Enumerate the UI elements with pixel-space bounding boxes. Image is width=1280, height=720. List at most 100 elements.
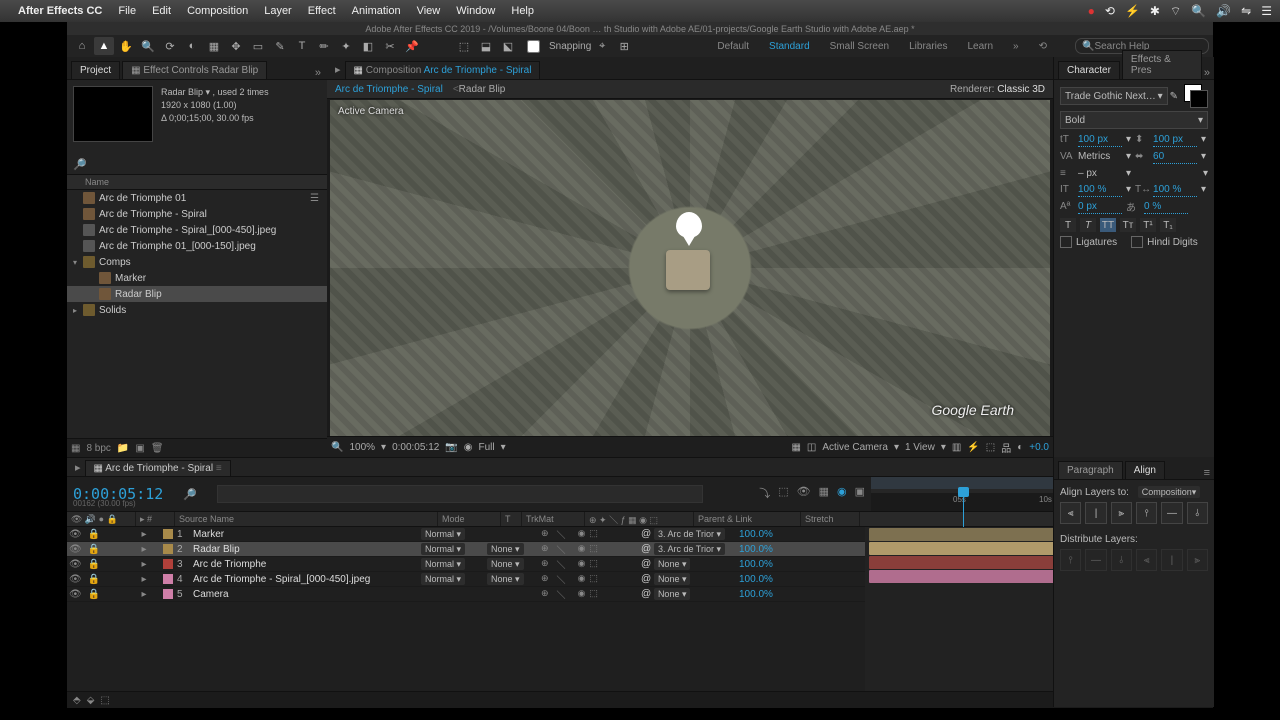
effect-controls-tab[interactable]: ▦ Effect Controls Radar Blip (122, 61, 267, 79)
world-axis-icon[interactable]: ⬓ (476, 37, 496, 55)
pen-tool[interactable]: ✎ (270, 37, 290, 55)
visibility-icon[interactable]: 👁 (69, 574, 82, 585)
hand-tool[interactable]: ✋ (116, 37, 136, 55)
workspace-small-screen[interactable]: Small Screen (830, 41, 889, 52)
pickwhip-icon[interactable]: @ (641, 529, 651, 540)
layer-row[interactable]: 👁🔒▸4Arc de Triomphe - Spiral_[000-450].j… (67, 572, 865, 587)
power-icon[interactable]: ⚡ (1125, 4, 1140, 18)
comp-nav-icon[interactable]: ▸ (331, 60, 345, 79)
align-menu-icon[interactable]: ≡ (1204, 467, 1210, 479)
workspace-reset-icon[interactable]: ⟲ (1039, 41, 1047, 52)
eyedropper-icon[interactable]: ✎ (1170, 91, 1178, 102)
wifi-icon[interactable]: ⌔ (1170, 4, 1181, 19)
vscale-field[interactable]: 100 % (1078, 182, 1122, 197)
baseline-field[interactable]: 0 px (1078, 199, 1122, 214)
mask-icon[interactable]: ◫ (807, 442, 816, 453)
lock-icon[interactable]: 🔒 (88, 589, 100, 600)
menu-layer[interactable]: Layer (264, 5, 292, 17)
bpc-toggle[interactable]: 8 bpc (86, 443, 110, 454)
project-item[interactable]: ▾Comps (67, 254, 327, 270)
zoom-tool[interactable]: 🔍 (138, 37, 158, 55)
visibility-icon[interactable]: 👁 (69, 559, 82, 570)
graph-editor-icon[interactable]: ▣ (855, 485, 865, 501)
leading-field[interactable]: 100 px (1153, 132, 1197, 147)
faux-bold-button[interactable]: T (1060, 218, 1076, 232)
fill-stroke-swatch[interactable] (1184, 84, 1208, 108)
menu-effect[interactable]: Effect (308, 5, 336, 17)
align-top-button[interactable]: ⫯ (1136, 502, 1157, 524)
snapshot-icon[interactable]: 📷 (445, 442, 457, 453)
toggle-switches-icon[interactable]: ⬘ (73, 695, 81, 706)
align-right-button[interactable]: ⫸ (1111, 502, 1132, 524)
menu-composition[interactable]: Composition (187, 5, 248, 17)
view-axis-icon[interactable]: ⬕ (498, 37, 518, 55)
fast-preview-icon[interactable]: ⚡ (967, 442, 979, 453)
breadcrumb-comp[interactable]: Arc de Triomphe - Spiral (335, 84, 443, 95)
roto-tool[interactable]: ✂ (380, 37, 400, 55)
hide-shy-icon[interactable]: 👁 (797, 485, 811, 501)
workspace-libraries[interactable]: Libraries (909, 41, 947, 52)
font-weight-dropdown[interactable]: Bold▾ (1060, 111, 1208, 129)
magnify-icon[interactable]: 🔍 (331, 442, 343, 453)
character-tab[interactable]: Character (1058, 61, 1120, 79)
timeline-icon[interactable]: ⬚ (986, 442, 995, 453)
visibility-icon[interactable]: 👁 (69, 529, 82, 540)
pan-behind-tool[interactable]: ✥ (226, 37, 246, 55)
composition-viewer[interactable]: Active Camera Google Earth (327, 99, 1053, 436)
effects-presets-tab[interactable]: Effects & Pres (1122, 50, 1202, 79)
preview-time[interactable]: 0:00:05:12 (392, 442, 439, 453)
draft-3d-icon[interactable]: ⬚ (778, 485, 788, 501)
comp-mini-flowchart-icon[interactable]: ⤵ (759, 485, 770, 501)
paragraph-tab[interactable]: Paragraph (1058, 461, 1123, 479)
composition-tab[interactable]: ▦ Composition Arc de Triomphe - Spiral (345, 61, 541, 79)
project-tab[interactable]: Project (71, 61, 120, 79)
new-folder-icon[interactable]: 📁 (117, 443, 129, 454)
pickwhip-icon[interactable]: @ (641, 559, 651, 570)
project-item[interactable]: ▸Solids (67, 302, 327, 318)
zoom-dropdown[interactable]: 100% (349, 442, 375, 453)
stroke-style-dropdown[interactable]: ▾ (1203, 168, 1208, 179)
pickwhip-icon[interactable]: @ (641, 589, 651, 600)
view-layout-dropdown[interactable]: 1 View (905, 442, 935, 453)
layer-row[interactable]: 👁🔒▸3Arc de TriompheNormal ▾None ▾⊕＼◉⬚@ N… (67, 557, 865, 572)
align-to-dropdown[interactable]: Composition ▾ (1138, 486, 1201, 498)
subscript-button[interactable]: T₁ (1160, 218, 1176, 232)
exposure-value[interactable]: +0.0 (1029, 442, 1049, 453)
project-item[interactable]: Arc de Triomphe - Spiral (67, 206, 327, 222)
font-family-dropdown[interactable]: Trade Gothic Next…▾ (1060, 87, 1168, 105)
frame-blend-icon[interactable]: ▦ (819, 485, 829, 501)
project-item[interactable]: Marker (67, 270, 327, 286)
rotate-tool[interactable]: ◐ (182, 37, 202, 55)
align-hcenter-button[interactable]: | (1085, 502, 1106, 524)
exposure-reset-icon[interactable]: ◐ (1017, 442, 1023, 453)
project-list[interactable]: Arc de Triomphe 01☰Arc de Triomphe - Spi… (67, 190, 327, 438)
pickwhip-icon[interactable]: @ (641, 574, 651, 585)
lock-icon[interactable]: 🔒 (88, 544, 100, 555)
layer-row[interactable]: 👁🔒▸1MarkerNormal ▾⊕＼◉⬚@ 3. Arc de Trior … (67, 527, 865, 542)
align-bottom-button[interactable]: ⫰ (1187, 502, 1208, 524)
motion-blur-icon[interactable]: ◉ (837, 485, 847, 501)
selection-tool[interactable]: ▲ (94, 37, 114, 55)
menu-edit[interactable]: Edit (152, 5, 171, 17)
timeline-search[interactable] (217, 485, 703, 503)
grid-icon[interactable]: ▦ (791, 442, 800, 453)
layer-row[interactable]: 👁🔒▸5Camera⊕＼◉⬚@ None ▾100.0% (67, 587, 865, 602)
workspace-learn[interactable]: Learn (967, 41, 993, 52)
superscript-button[interactable]: T¹ (1140, 218, 1156, 232)
workspace-default[interactable]: Default (717, 41, 749, 52)
panel-menu-icon[interactable]: » (315, 67, 321, 79)
toggle-in-out-icon[interactable]: ⬚ (100, 695, 109, 706)
rect-tool[interactable]: ▭ (248, 37, 268, 55)
notification-icon[interactable]: ☰ (1261, 4, 1272, 18)
ligatures-checkbox[interactable] (1060, 236, 1072, 248)
renderer-value[interactable]: Classic 3D (997, 84, 1045, 95)
lock-icon[interactable]: 🔒 (88, 559, 100, 570)
small-caps-button[interactable]: Tᴛ (1120, 218, 1136, 232)
switch-icon[interactable]: ⇋ (1241, 4, 1251, 18)
volume-icon[interactable]: 🔊 (1216, 4, 1231, 18)
project-item[interactable]: Arc de Triomphe - Spiral_[000-450].jpeg (67, 222, 327, 238)
col-source-name[interactable]: Source Name (175, 512, 438, 526)
menu-view[interactable]: View (417, 5, 441, 17)
snap-grid-icon[interactable]: ⊞ (614, 37, 634, 55)
clone-tool[interactable]: ✦ (336, 37, 356, 55)
